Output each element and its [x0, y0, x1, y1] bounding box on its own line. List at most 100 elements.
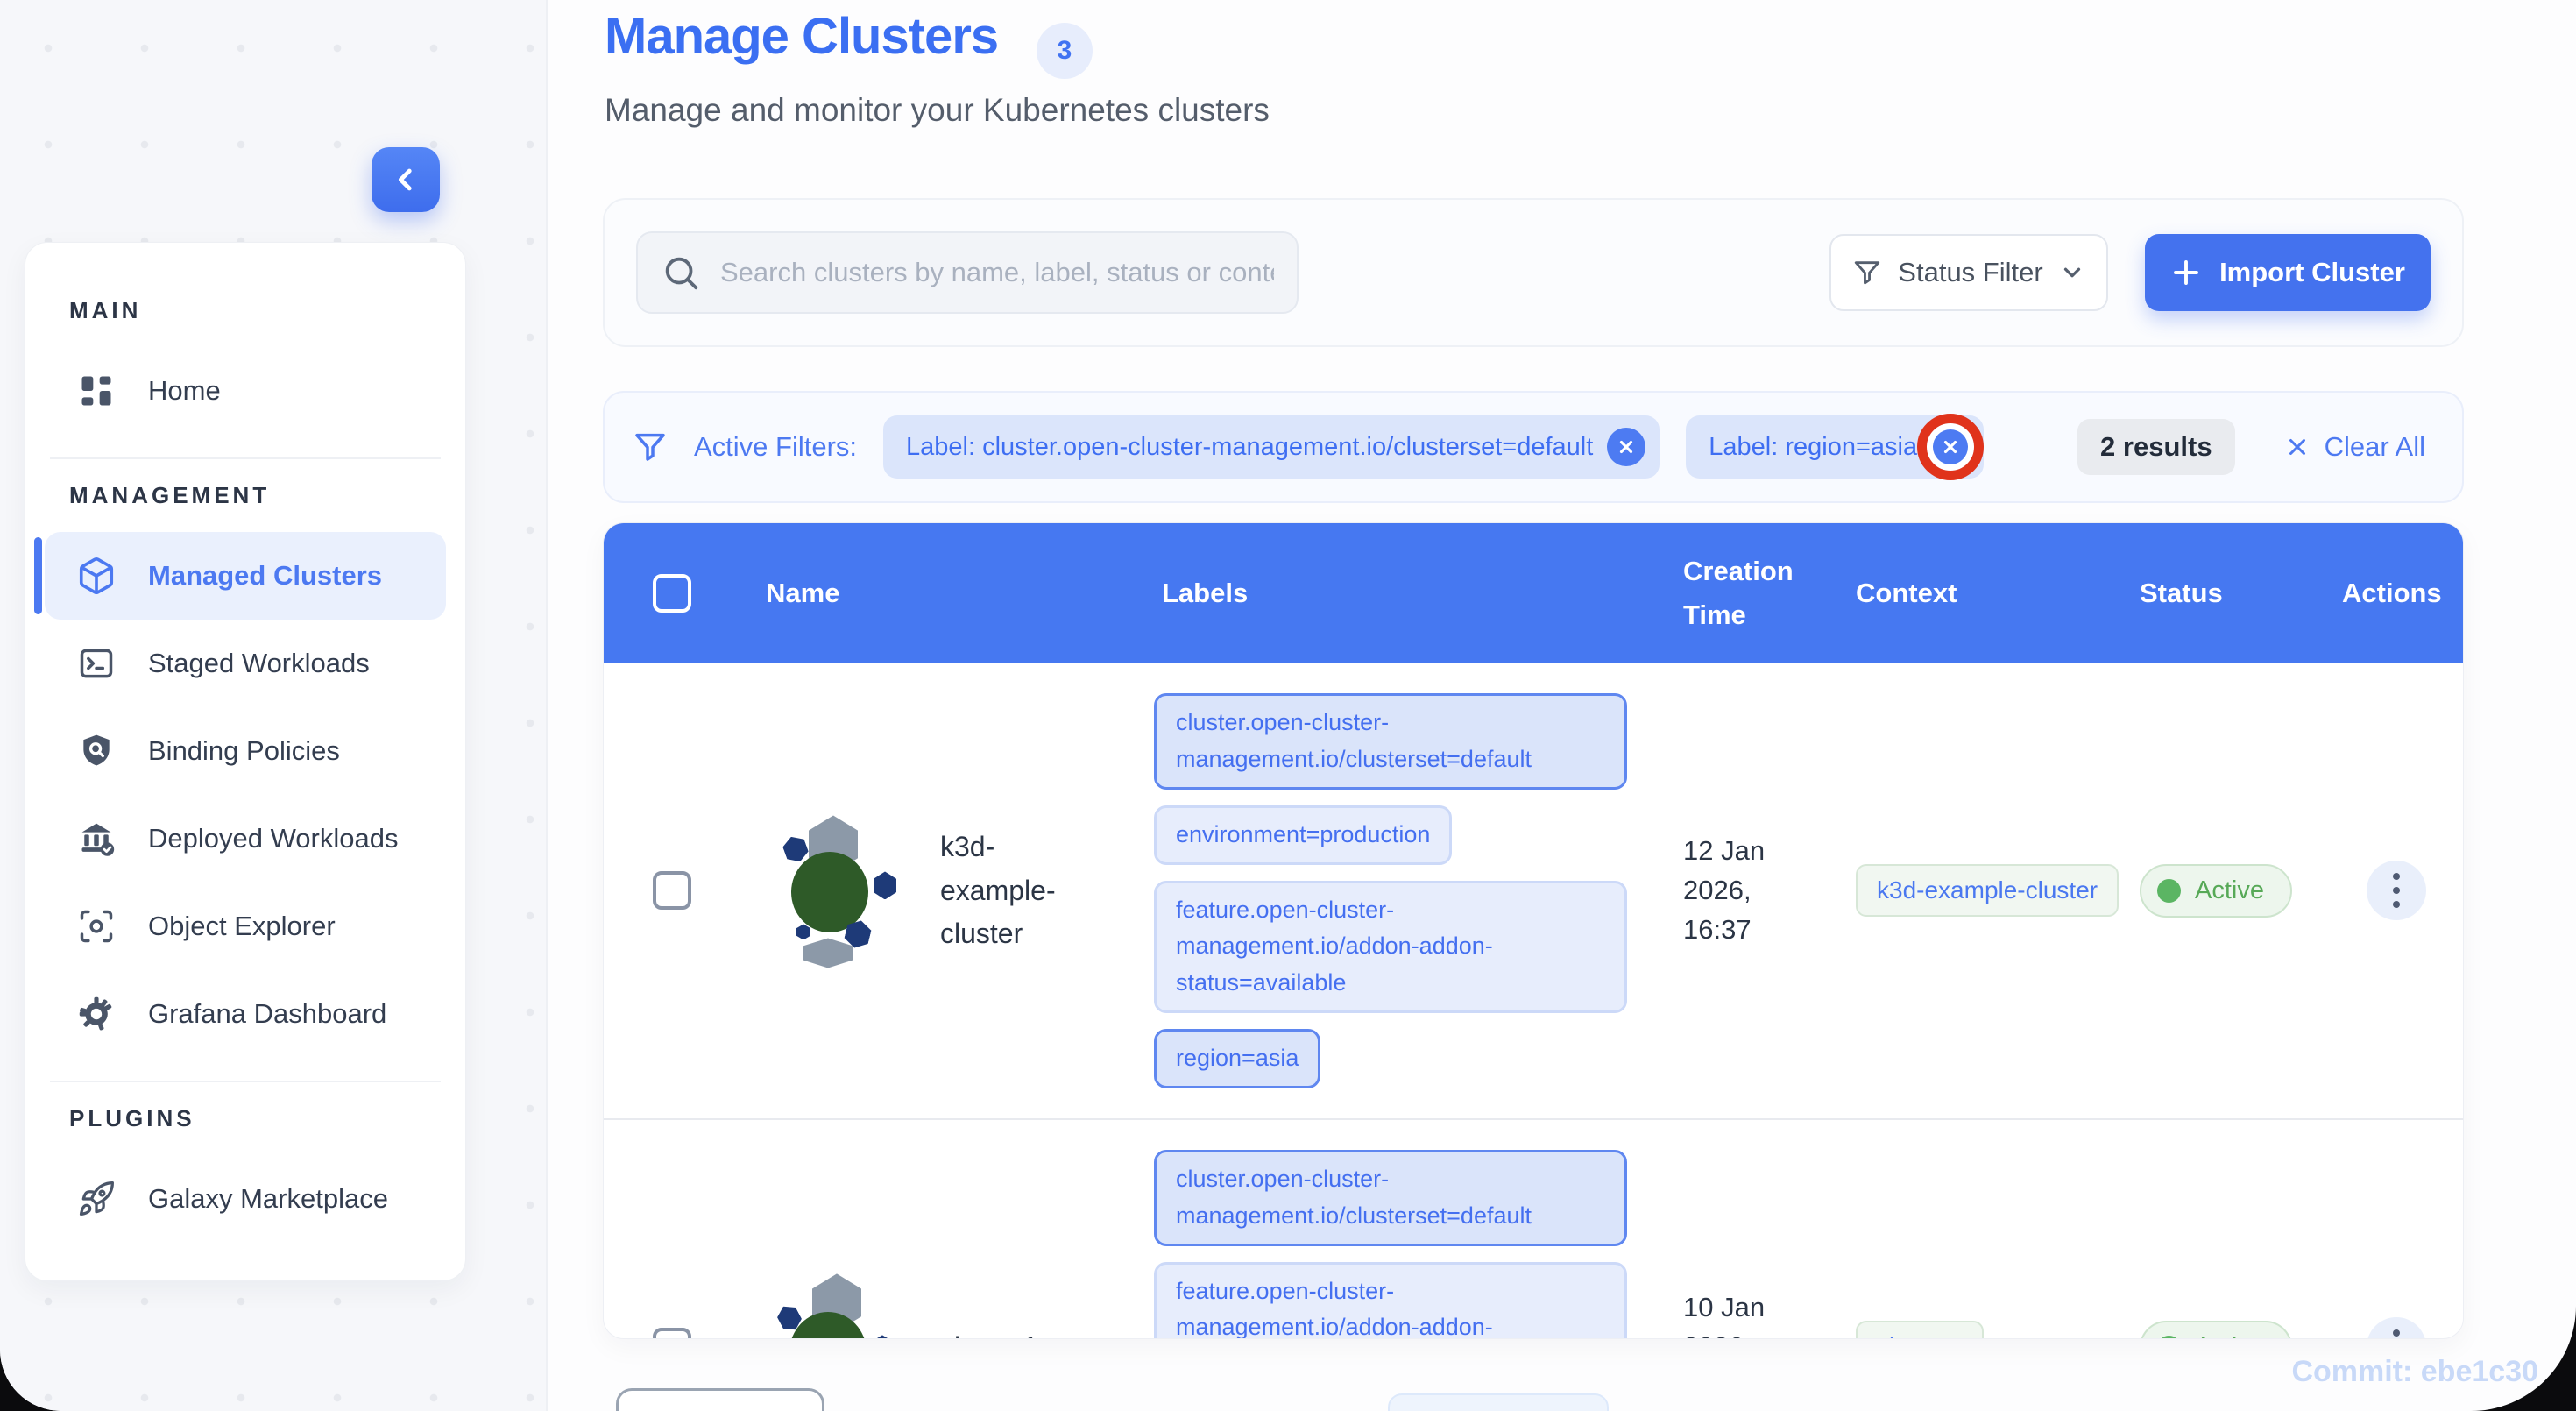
column-header-context: Context: [1856, 578, 1957, 608]
rocket-icon: [76, 1179, 117, 1219]
grafana-icon: [76, 994, 117, 1034]
sidebar-section-main: MAIN: [69, 297, 142, 323]
shield-search-icon: [76, 731, 117, 771]
sidebar-divider: [50, 1081, 441, 1082]
table-row: cluster1 cluster.open-cluster-management…: [604, 1117, 2463, 1338]
sidebar-item-label: Home: [148, 375, 221, 406]
sidebar-item-label: Binding Policies: [148, 735, 340, 766]
page-title: Manage Clusters: [605, 8, 999, 65]
select-all-checkbox[interactable]: [653, 574, 691, 613]
filter-chip-text: Label: cluster.open-cluster-management.i…: [906, 432, 1594, 461]
table-row: k3d-example-cluster cluster.open-cluster…: [604, 663, 2463, 1118]
sidebar-item-label: Object Explorer: [148, 911, 336, 941]
terminal-icon: [76, 643, 117, 684]
search-box[interactable]: [636, 231, 1299, 314]
import-cluster-label: Import Cluster: [2219, 257, 2405, 287]
row-actions-menu-button[interactable]: [2367, 861, 2426, 921]
sidebar-item-binding-policies[interactable]: Binding Policies: [45, 707, 446, 795]
status-badge: Active: [2140, 1320, 2292, 1338]
creation-time: 12 Jan 2026, 16:37: [1683, 835, 1766, 945]
sidebar-item-grafana-dashboard[interactable]: Grafana Dashboard: [45, 970, 446, 1058]
x-icon: [2284, 434, 2311, 460]
sidebar-item-galaxy-marketplace[interactable]: Galaxy Marketplace: [45, 1155, 446, 1243]
cluster-animation-icon: [761, 1270, 902, 1338]
remove-filter-button[interactable]: [1917, 414, 1985, 480]
scan-icon: [76, 906, 117, 947]
sidebar-item-home[interactable]: Home: [45, 347, 446, 435]
pagination-button-partial[interactable]: [1388, 1393, 1609, 1411]
toolbar: Status Filter Import Cluster: [603, 198, 2464, 347]
sidebar-item-label: Managed Clusters: [148, 560, 383, 591]
status-label: Active: [2195, 1333, 2264, 1338]
label-chip: feature.open-cluster-management.io/addon…: [1154, 1261, 1627, 1338]
import-cluster-button[interactable]: Import Cluster: [2145, 234, 2431, 311]
row-actions-menu-button[interactable]: [2367, 1317, 2426, 1338]
label-chip: feature.open-cluster-management.io/addon…: [1154, 880, 1627, 1014]
sidebar-section-plugins: PLUGINS: [69, 1105, 195, 1131]
labels-list: cluster.open-cluster-management.io/clust…: [1154, 1120, 1635, 1338]
plus-icon: [2170, 257, 2202, 288]
context-chip[interactable]: cluster1: [1856, 1321, 1985, 1338]
column-header-creation-time: Creation Time: [1683, 556, 1794, 630]
clusters-table: Name Labels Creation Time Context Status…: [603, 522, 2464, 1339]
chevron-left-icon: [391, 165, 421, 195]
cluster-animation-icon: [761, 813, 902, 968]
sidebar-item-deployed-workloads[interactable]: Deployed Workloads: [45, 795, 446, 883]
status-dot-icon: [2157, 1335, 2181, 1338]
status-filter-button[interactable]: Status Filter: [1829, 234, 2108, 311]
sidebar-divider: [50, 457, 441, 459]
sidebar-item-label: Staged Workloads: [148, 648, 370, 678]
column-header-status: Status: [2140, 578, 2223, 608]
status-badge: Active: [2140, 863, 2292, 918]
context-chip[interactable]: k3d-example-cluster: [1856, 864, 2120, 918]
funnel-icon: [1852, 258, 1882, 287]
results-count-badge: 2 results: [2077, 419, 2235, 475]
table-header-row: Name Labels Creation Time Context Status…: [604, 523, 2463, 663]
sidebar-item-label: Grafana Dashboard: [148, 998, 387, 1029]
commit-hash-label: Commit: ebe1c30: [2291, 1355, 2538, 1388]
cluster-name[interactable]: cluster1: [940, 1326, 1063, 1338]
label-chip: environment=production: [1154, 805, 1453, 865]
label-chip: cluster.open-cluster-management.io/clust…: [1154, 693, 1627, 790]
column-header-name: Name: [766, 578, 840, 608]
sidebar-collapse-button[interactable]: [372, 147, 440, 212]
sidebar-item-label: Galaxy Marketplace: [148, 1183, 388, 1214]
column-header-labels: Labels: [1162, 578, 1249, 608]
dashboard-icon: [76, 371, 117, 411]
pagination-button-partial[interactable]: [616, 1388, 824, 1411]
search-icon: [661, 252, 701, 293]
status-filter-label: Status Filter: [1898, 257, 2043, 287]
sidebar-item-staged-workloads[interactable]: Staged Workloads: [45, 620, 446, 707]
funnel-icon-blue: [633, 429, 668, 464]
row-checkbox[interactable]: [653, 1328, 691, 1338]
remove-filter-button[interactable]: [1607, 428, 1646, 466]
sidebar-section-management: MANAGEMENT: [69, 482, 271, 508]
sidebar-item-label: Deployed Workloads: [148, 823, 399, 854]
app-root: MAIN Home MANAGEMENT Managed Clusters St…: [0, 0, 2576, 1411]
status-dot-icon: [2157, 878, 2181, 903]
labels-list: cluster.open-cluster-management.io/clust…: [1154, 663, 1627, 1118]
active-filters-label: Active Filters:: [694, 431, 858, 462]
cluster-name[interactable]: k3d-example-cluster: [940, 826, 1063, 956]
bank-check-icon: [76, 819, 117, 859]
chevron-down-icon: [2059, 259, 2085, 286]
filter-chip-region-asia: Label: region=asia: [1686, 414, 1985, 480]
sidebar: MAIN Home MANAGEMENT Managed Clusters St…: [25, 242, 466, 1281]
label-chip: region=asia: [1154, 1029, 1321, 1088]
row-checkbox[interactable]: [653, 871, 691, 911]
column-header-actions: Actions: [2342, 578, 2442, 608]
clear-all-filters-button[interactable]: Clear All: [2284, 431, 2425, 463]
status-label: Active: [2195, 876, 2264, 904]
label-chip: cluster.open-cluster-management.io/clust…: [1154, 1149, 1627, 1246]
filter-chip-text: Label: region=asia: [1709, 432, 1918, 461]
cluster-count-badge: 3: [1037, 23, 1093, 79]
cube-icon: [76, 556, 117, 596]
active-filters-bar: Active Filters: Label: cluster.open-clus…: [603, 391, 2464, 503]
filter-chip-clusterset: Label: cluster.open-cluster-management.i…: [883, 415, 1660, 479]
creation-time: 10 Jan 2026, 16:05: [1683, 1291, 1766, 1338]
sidebar-item-object-explorer[interactable]: Object Explorer: [45, 883, 446, 970]
page-subtitle: Manage and monitor your Kubernetes clust…: [605, 92, 1270, 128]
search-input[interactable]: [720, 257, 1274, 288]
clear-all-label: Clear All: [2324, 431, 2425, 462]
sidebar-item-managed-clusters[interactable]: Managed Clusters: [34, 532, 446, 620]
